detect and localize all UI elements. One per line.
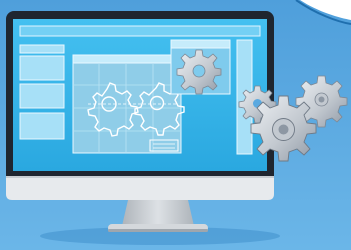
gear-panel [170,39,231,95]
illustration-scene [0,0,351,250]
monitor-chin [6,176,274,200]
blueprint-canvas [72,54,185,154]
sidebar-panel [19,55,65,81]
left-sidebar [19,44,65,140]
sidebar-panel [19,83,65,109]
gear-icon [176,49,222,95]
app-toolbar [19,25,261,37]
illustration-svg [0,0,351,250]
sidebar-panel [19,112,65,140]
large-cog [250,95,317,162]
sidebar-panel [19,44,65,54]
